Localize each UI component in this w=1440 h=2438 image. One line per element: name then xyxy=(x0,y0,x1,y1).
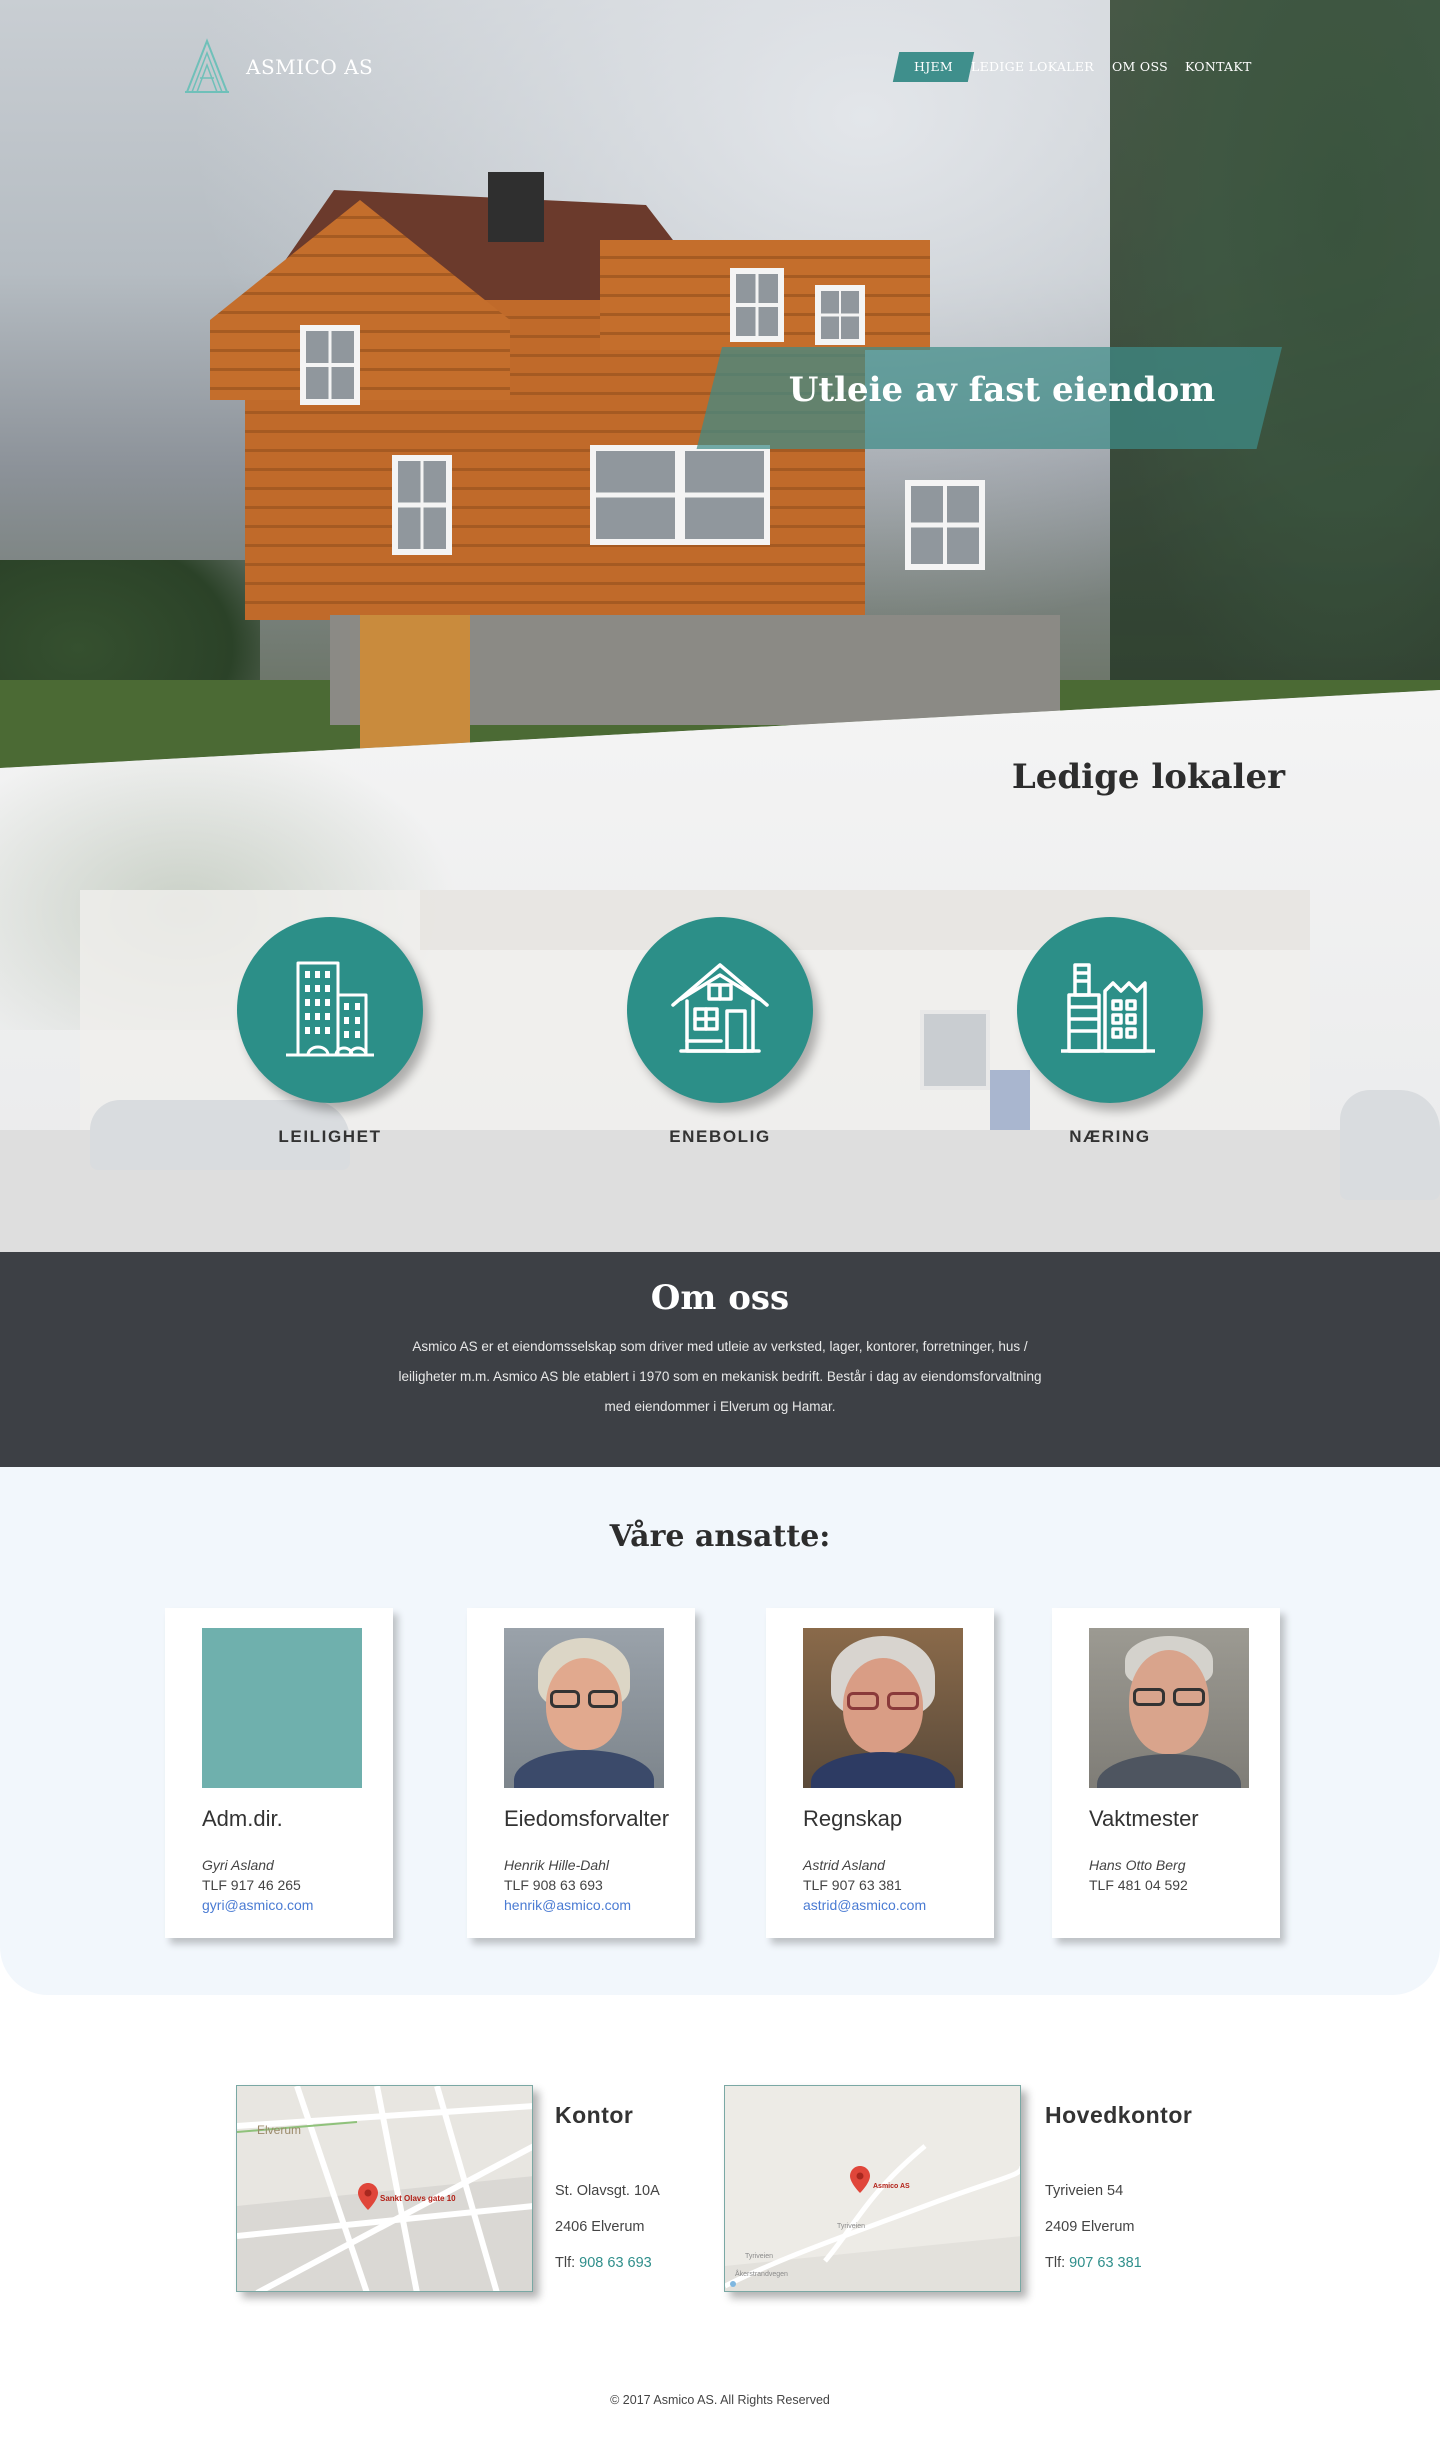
employee-card: Eiedomsforvalter Henrik Hille-Dahl TLF 9… xyxy=(467,1608,695,1938)
map-marker-label: Sankt Olavs gate 10 xyxy=(380,2194,456,2203)
employee-photo xyxy=(504,1628,664,1788)
employee-phone: TLF 908 63 693 xyxy=(504,1877,603,1893)
employee-role: Regnskap xyxy=(803,1806,903,1831)
house-chimney xyxy=(488,172,544,242)
section-title: Våre ansatte: xyxy=(609,1519,831,1554)
ansatte-section: Våre ansatte: Adm.dir. Gyri Asland TLF 9… xyxy=(0,1467,1440,1995)
hero-section: Utleie av fast eiendom xyxy=(0,0,1440,768)
category-label[interactable]: LEILIGHET xyxy=(230,1127,430,1147)
employee-role: Vaktmester xyxy=(1089,1806,1199,1831)
employee-phone: TLF 917 46 265 xyxy=(202,1877,301,1893)
house-window xyxy=(300,325,360,405)
employee-phone: TLF 481 04 592 xyxy=(1089,1877,1188,1893)
house-window xyxy=(590,445,770,545)
employee-name: Astrid Asland xyxy=(803,1857,885,1873)
office-title: Kontor xyxy=(555,2102,634,2128)
employee-photo xyxy=(1089,1628,1249,1788)
nav-item-kontakt[interactable]: KONTAKT xyxy=(1185,52,1252,82)
office-postal: 2406 Elverum xyxy=(555,2219,645,2235)
main-nav: HJEM LEDIGE LOKALER OM OSS KONTAKT xyxy=(0,52,1440,82)
employee-photo xyxy=(803,1628,963,1788)
office-phone-link[interactable]: 907 63 381 xyxy=(1069,2255,1142,2271)
nav-item-hjem[interactable]: HJEM xyxy=(892,52,975,82)
office-phone-link[interactable]: 908 63 693 xyxy=(579,2255,652,2271)
employee-name: Hans Otto Berg xyxy=(1089,1857,1186,1873)
employee-email-link[interactable]: gyri@asmico.com xyxy=(202,1897,313,1913)
employee-card: Vaktmester Hans Otto Berg TLF 481 04 592 xyxy=(1052,1608,1280,1938)
section-title: Om oss xyxy=(650,1278,790,1318)
footer-copyright: © 2017 Asmico AS. All Rights Reserved xyxy=(610,2393,830,2407)
nav-item-ledige-lokaler[interactable]: LEDIGE LOKALER xyxy=(971,52,1094,82)
om-oss-section: Om oss Asmico AS er et eiendomsselskap s… xyxy=(0,1252,1440,1467)
map-road-label: Åkerstrandvegen xyxy=(735,2269,788,2278)
category-naering[interactable]: NÆRING xyxy=(1010,917,1210,1147)
office-address: St. Olavsgt. 10A xyxy=(555,2183,660,2199)
map-hovedkontor[interactable]: Åkerstrandvegen Tyriveien Tyriveien Asmi… xyxy=(724,2085,1021,2292)
bg-window xyxy=(920,1010,990,1090)
employee-photo-placeholder xyxy=(202,1628,362,1788)
house-window xyxy=(392,455,452,555)
employee-phone: TLF 907 63 381 xyxy=(803,1877,902,1893)
employee-name: Henrik Hille-Dahl xyxy=(504,1857,610,1873)
apartment-building-icon xyxy=(286,961,374,1057)
employee-role: Eiedomsforvalter xyxy=(504,1806,670,1831)
category-circle[interactable] xyxy=(237,917,423,1103)
office-address: Tyriveien 54 xyxy=(1045,2183,1124,2199)
category-label[interactable]: NÆRING xyxy=(1010,1127,1210,1147)
section-title: Ledige lokaler xyxy=(1011,757,1285,797)
factory-icon xyxy=(1061,963,1155,1053)
office-title: Hovedkontor xyxy=(1045,2102,1193,2128)
nav-item-om-oss[interactable]: OM OSS xyxy=(1112,52,1168,82)
employee-role: Adm.dir. xyxy=(202,1806,283,1831)
map-road-label: Tyriveien xyxy=(837,2223,865,2230)
map-marker-label: Asmico AS xyxy=(873,2183,910,2190)
office-phone-line: Tlf: 908 63 693 xyxy=(555,2255,652,2271)
house-icon xyxy=(671,963,769,1053)
house-window xyxy=(815,285,865,345)
map-road-label: Tyriveien xyxy=(745,2253,773,2260)
category-label[interactable]: ENEBOLIG xyxy=(620,1127,820,1147)
category-enebolig[interactable]: ENEBOLIG xyxy=(620,917,820,1147)
employee-email-link[interactable]: astrid@asmico.com xyxy=(803,1897,926,1913)
hero-title: Utleie av fast eiendom xyxy=(788,370,1216,410)
map-city-label: Elverum xyxy=(257,2123,301,2137)
office-phone-line: Tlf: 907 63 381 xyxy=(1045,2255,1142,2271)
about-text: Asmico AS er et eiendomsselskap som driv… xyxy=(398,1339,1042,1414)
house-window xyxy=(730,268,784,342)
employee-email-link[interactable]: henrik@asmico.com xyxy=(504,1897,631,1913)
map-kontor[interactable]: Elverum Sankt Olavs gate 10 xyxy=(236,2085,533,2292)
bg-car xyxy=(1340,1090,1440,1200)
office-phone-label: Tlf: xyxy=(1045,2255,1066,2271)
employee-name: Gyri Asland xyxy=(202,1857,274,1873)
employee-card: Adm.dir. Gyri Asland TLF 917 46 265 gyri… xyxy=(165,1608,393,1938)
house-window xyxy=(905,480,985,570)
office-phone-label: Tlf: xyxy=(555,2255,576,2271)
ledige-lokaler-section: Ledige lokaler LEILIGHET ENEBOLIG NÆRING xyxy=(0,690,1440,1252)
category-leilighet[interactable]: LEILIGHET xyxy=(230,917,430,1147)
category-circle[interactable] xyxy=(627,917,813,1103)
employee-card: Regnskap Astrid Asland TLF 907 63 381 as… xyxy=(766,1608,994,1938)
office-postal: 2409 Elverum xyxy=(1045,2219,1135,2235)
category-circle[interactable] xyxy=(1017,917,1203,1103)
